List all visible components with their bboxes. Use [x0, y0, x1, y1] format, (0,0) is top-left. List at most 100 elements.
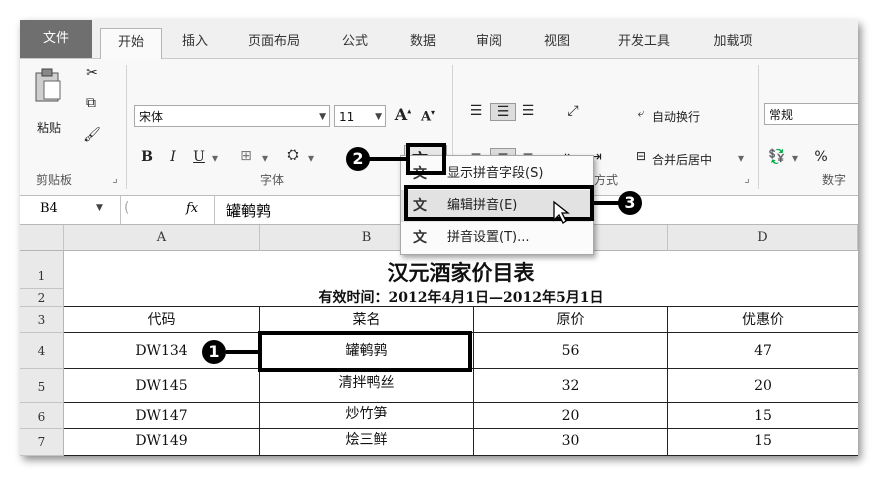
table-cell[interactable]: DW149 — [64, 429, 260, 456]
format-painter-icon[interactable]: 🖌 — [80, 127, 104, 143]
shrink-font-button[interactable]: A▾ — [418, 107, 438, 124]
font-name-value: 宋体 — [139, 110, 164, 124]
header-cell-dish[interactable]: 菜名 — [260, 307, 474, 333]
font-size-combo[interactable]: 11 ▼ — [334, 105, 386, 127]
row-header[interactable]: 5 — [20, 369, 64, 403]
header-cell-price[interactable]: 原价 — [474, 307, 668, 333]
align-bottom-icon[interactable]: ☰ — [518, 103, 538, 119]
name-box[interactable]: B4 ▼ — [20, 196, 121, 224]
alignment-group-label: 方式 — [594, 173, 619, 187]
callout-highlight-phonetic-button — [406, 143, 446, 175]
tab-data[interactable]: 数据 — [398, 28, 448, 58]
wrap-text-icon[interactable]: ⤶ — [632, 106, 650, 121]
chevron-down-icon[interactable]: ▾ — [210, 151, 220, 165]
name-box-value: B4 — [40, 201, 58, 216]
chevron-down-icon[interactable]: ▾ — [790, 151, 800, 165]
table-cell[interactable]: 20 — [474, 403, 668, 429]
font-size-value: 11 — [339, 110, 355, 124]
chevron-down-icon: ▼ — [319, 112, 326, 122]
table-cell[interactable]: 清拌鸭丝 — [260, 369, 474, 403]
table-cell[interactable]: 47 — [668, 333, 858, 369]
excel-window: 文件 开始 插入 页面布局 公式 数据 审阅 视图 开发工具 加载项 粘贴 ✂ … — [20, 20, 858, 456]
copy-icon[interactable]: ⧉ — [78, 95, 104, 111]
row-header[interactable]: 1 — [20, 251, 64, 289]
table-cell[interactable]: 20 — [668, 369, 858, 403]
select-all-corner[interactable] — [20, 225, 64, 251]
callout-highlight-cell-b4 — [258, 331, 472, 372]
font-name-combo[interactable]: 宋体 ▼ — [134, 105, 330, 127]
cancel-icon[interactable]: ( — [124, 200, 138, 216]
bold-button[interactable]: B — [138, 149, 156, 165]
tab-page-layout[interactable]: 页面布局 — [234, 28, 314, 58]
menu-item-label: 拼音设置(T)... — [447, 230, 530, 245]
chevron-down-icon: ▼ — [96, 203, 103, 213]
align-middle-icon[interactable]: ☰ — [490, 103, 516, 121]
clipboard-group-label: 剪贴板 — [36, 173, 73, 187]
table-cell[interactable]: 15 — [668, 429, 858, 456]
merge-center-button[interactable]: 合并后居中 — [652, 151, 732, 168]
column-header-a[interactable]: A — [64, 225, 260, 251]
table-cell[interactable]: 15 — [668, 403, 858, 429]
row-header[interactable]: 2 — [20, 289, 64, 307]
font-group-label: 字体 — [260, 173, 285, 187]
tab-home[interactable]: 开始 — [100, 28, 162, 59]
orientation-icon[interactable]: ⤢ — [560, 103, 586, 119]
header-cell-code[interactable]: 代码 — [64, 307, 260, 333]
row-header[interactable]: 4 — [20, 333, 64, 369]
divider — [758, 65, 759, 189]
percent-button[interactable]: % — [812, 149, 830, 165]
callout-line — [368, 157, 406, 161]
row-header[interactable]: 3 — [20, 307, 64, 333]
tab-review[interactable]: 审阅 — [464, 28, 514, 58]
mouse-cursor-icon — [552, 200, 570, 228]
tab-addins[interactable]: 加载项 — [700, 28, 766, 58]
table-cell[interactable]: 56 — [474, 333, 668, 369]
callout-line — [226, 350, 258, 354]
table-cell[interactable]: DW145 — [64, 369, 260, 403]
chevron-down-icon[interactable]: ▾ — [306, 151, 316, 165]
paste-button[interactable]: 粘贴 — [32, 119, 66, 136]
border-icon[interactable]: ⊞ — [234, 148, 258, 164]
shrink-font-label: A — [420, 109, 432, 125]
table-cell[interactable]: 30 — [474, 429, 668, 456]
dialog-launcher-icon[interactable]: ⌟ — [740, 171, 754, 185]
table-cell[interactable]: 烩三鲜 — [260, 429, 474, 456]
paste-icon[interactable] — [34, 67, 62, 103]
insert-function-button[interactable]: fx — [186, 201, 198, 216]
grow-font-button[interactable]: A▴ — [392, 105, 414, 124]
table-subtitle[interactable]: 有效时间：2012年4月1日—2012年5月1日 — [64, 289, 858, 307]
align-top-icon[interactable]: ☰ — [466, 103, 486, 119]
italic-button[interactable]: I — [164, 149, 182, 165]
number-group-label: 数字 — [822, 173, 847, 187]
dialog-launcher-icon[interactable]: ⌟ — [108, 171, 122, 185]
wrap-text-button[interactable]: 自动换行 — [652, 108, 722, 125]
chevron-down-icon: ▼ — [375, 112, 382, 122]
tab-file[interactable]: 文件 — [20, 20, 92, 58]
divider — [126, 65, 127, 189]
phonetic-icon: 文 — [413, 230, 427, 246]
tab-developer[interactable]: 开发工具 — [604, 28, 684, 58]
chevron-down-icon[interactable]: ▾ — [736, 151, 746, 165]
tab-formulas[interactable]: 公式 — [330, 28, 380, 58]
header-cell-discount[interactable]: 优惠价 — [668, 307, 858, 333]
grow-font-label: A — [394, 105, 408, 124]
callout-badge-2: 2 — [346, 147, 370, 171]
merge-icon[interactable]: ⊟ — [632, 149, 650, 163]
row-header[interactable]: 6 — [20, 403, 64, 429]
cut-icon[interactable]: ✂ — [82, 65, 102, 81]
callout-badge-1: 1 — [202, 340, 226, 364]
row-header[interactable]: 7 — [20, 429, 64, 456]
fill-color-icon[interactable]: ⛭ — [282, 147, 304, 163]
table-cell[interactable]: DW147 — [64, 403, 260, 429]
currency-icon[interactable]: 💱 — [766, 149, 788, 165]
number-format-combo[interactable]: 常规 — [764, 103, 858, 125]
column-header-d[interactable]: D — [668, 225, 858, 251]
underline-button[interactable]: U — [190, 149, 208, 165]
table-title[interactable]: 汉元酒家价目表 — [64, 251, 858, 289]
chevron-down-icon[interactable]: ▾ — [260, 151, 270, 165]
table-cell[interactable]: 炒竹笋 — [260, 403, 474, 429]
tab-view[interactable]: 视图 — [532, 28, 582, 58]
tab-insert[interactable]: 插入 — [170, 28, 220, 58]
table-cell[interactable]: 32 — [474, 369, 668, 403]
formula-input[interactable]: 罐鹌鹑 — [226, 200, 271, 221]
